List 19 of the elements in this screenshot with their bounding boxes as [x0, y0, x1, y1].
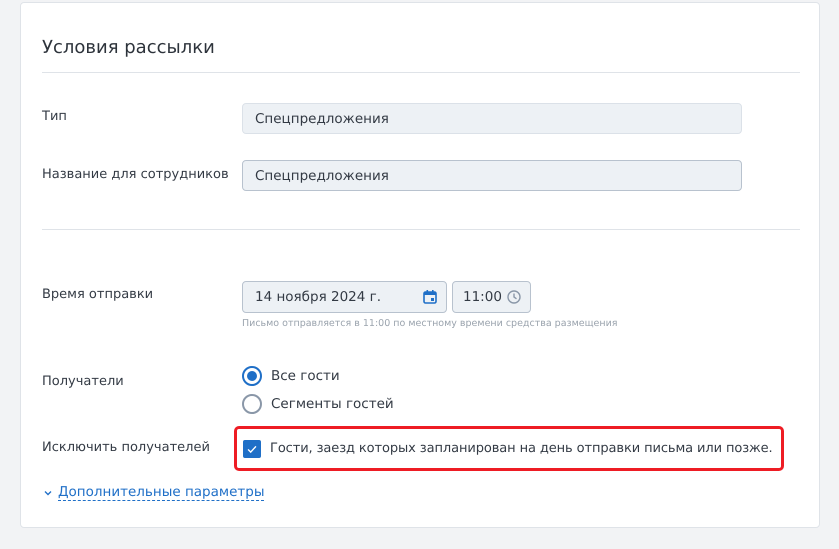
- date-field[interactable]: 14 ноября 2024 г.: [242, 281, 447, 313]
- radio-button[interactable]: [242, 394, 262, 414]
- text-field[interactable]: Спецпредложения: [242, 160, 742, 191]
- time-field[interactable]: 11:00: [452, 281, 531, 313]
- more-options-link[interactable]: Дополнительные параметры: [58, 484, 264, 501]
- checkbox-label[interactable]: Гости, заезд которых запланирован на день отправки письма или позже.: [270, 441, 773, 456]
- calendar-icon: [422, 289, 438, 305]
- field-label: Исключить получателей: [42, 439, 211, 457]
- checkbox[interactable]: [243, 440, 261, 458]
- field-label: Тип: [42, 108, 68, 126]
- radio-button[interactable]: [242, 366, 262, 386]
- radio-label[interactable]: Сегменты гостей: [271, 396, 394, 412]
- hint-text: Письмо отправляется в 11:00 по местному времени средства размещения: [242, 318, 618, 329]
- field-label: Название для сотрудников: [42, 166, 230, 184]
- field-label: Получатели: [42, 373, 125, 391]
- radio-label[interactable]: Все гости: [271, 368, 340, 384]
- clock-icon: [506, 289, 522, 305]
- card-title: Условия рассылки: [42, 36, 216, 60]
- field-label: Время отправки: [42, 286, 154, 304]
